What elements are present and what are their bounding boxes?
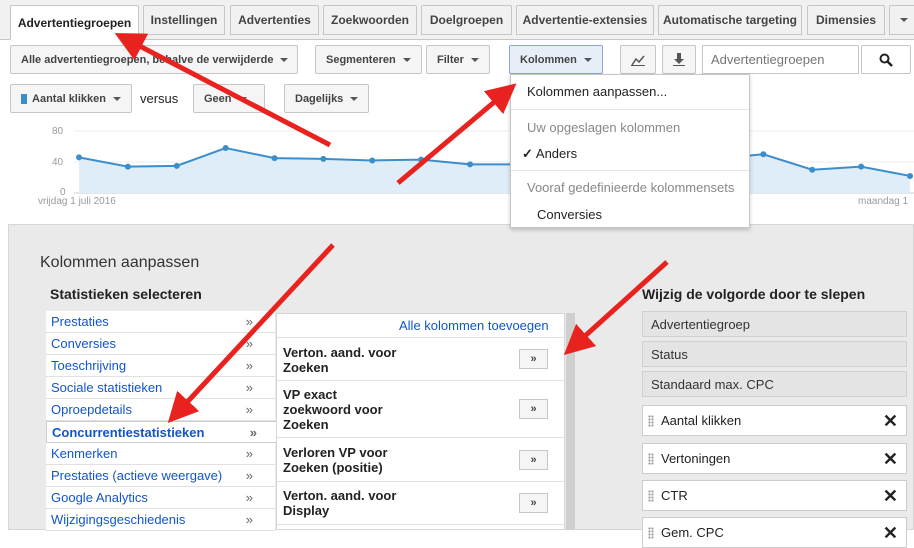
x-end-label: maandag 1 <box>858 196 909 207</box>
chart-point[interactable] <box>271 155 278 162</box>
chart-point[interactable] <box>467 161 474 168</box>
menu-item-label: Anders <box>535 146 578 161</box>
movable-column[interactable]: Gem. CPC ✕ <box>642 517 907 548</box>
category-label: Wijzigingsgeschiedenis <box>51 512 186 527</box>
category-label: Google Analytics <box>51 490 148 505</box>
chevron-right-icon: » <box>245 512 253 527</box>
chevron-right-icon: » <box>249 424 257 440</box>
drag-handle-icon[interactable] <box>648 490 654 502</box>
menu-header-saved: Uw opgeslagen kolommen <box>527 120 681 135</box>
category-label: Kenmerken <box>51 446 118 461</box>
chart-area-fill <box>79 148 910 193</box>
chevron-right-icon: » <box>245 358 253 373</box>
line-chart <box>74 130 914 194</box>
category-item[interactable]: Conversies » <box>46 333 275 355</box>
close-icon[interactable]: ✕ <box>883 411 898 432</box>
category-label: Prestaties (actieve weergave) <box>51 468 223 483</box>
category-label: Prestaties <box>51 314 109 329</box>
fixed-column: Standaard max. CPC <box>642 371 907 397</box>
add-metric-button[interactable]: » <box>519 349 548 369</box>
category-label: Conversies <box>51 336 117 351</box>
chart-point[interactable] <box>320 155 327 162</box>
metric-label: VP exact zoekwoord voor Zoeken <box>283 387 383 432</box>
category-label: Concurrentiestatistieken <box>52 424 205 440</box>
category-item[interactable]: Kenmerken » <box>46 443 275 465</box>
columns-menu: Kolommen aanpassen... Uw opgeslagen kolo… <box>510 74 750 228</box>
chart-point[interactable] <box>858 163 865 170</box>
category-label: Toeschrijving <box>51 358 127 373</box>
close-icon[interactable]: ✕ <box>883 449 898 470</box>
chart-point[interactable] <box>124 163 131 170</box>
chart-point[interactable] <box>760 151 767 158</box>
divider <box>511 170 749 171</box>
add-metric-button[interactable]: » <box>519 450 548 470</box>
chevron-right-icon: » <box>245 314 253 329</box>
chevron-right-icon: » <box>245 336 253 351</box>
category-label: Sociale statistieken <box>51 380 163 395</box>
chart-point[interactable] <box>76 154 82 161</box>
divider <box>277 380 564 381</box>
scrollbar[interactable] <box>566 313 575 530</box>
drag-handle-icon[interactable] <box>648 453 654 465</box>
menu-header-predefined: Vooraf gedefinieerde kolommensets <box>527 180 735 195</box>
chart-point[interactable] <box>369 157 376 164</box>
menu-item-anders[interactable]: ✓ Anders <box>522 146 577 162</box>
add-metric-button[interactable]: » <box>519 399 548 419</box>
chart-point[interactable] <box>222 145 229 152</box>
category-item[interactable]: Prestaties (actieve weergave) » <box>46 465 275 487</box>
divider <box>277 437 564 438</box>
menu-item-customize-columns[interactable]: Kolommen aanpassen... <box>527 84 667 99</box>
chevron-right-icon: » <box>245 380 253 395</box>
fixed-column: Advertentiegroep <box>642 311 907 337</box>
add-metric-button[interactable]: » <box>519 493 548 513</box>
x-start-label: vrijdag 1 juli 2016 <box>38 196 116 207</box>
divider <box>277 481 564 482</box>
column-label: CTR <box>661 488 688 503</box>
category-item[interactable]: Concurrentiestatistieken » <box>46 421 279 443</box>
menu-item-conversies[interactable]: Conversies <box>537 207 602 222</box>
movable-column[interactable]: CTR ✕ <box>642 480 907 511</box>
category-item[interactable]: Sociale statistieken » <box>46 377 275 399</box>
chevron-right-icon: » <box>245 468 253 483</box>
panel-title: Kolommen aanpassen <box>40 254 200 271</box>
add-all-columns-link[interactable]: Alle kolommen toevoegen <box>399 318 549 333</box>
divider <box>277 337 564 338</box>
column-label: Aantal klikken <box>661 413 742 428</box>
movable-column[interactable]: Vertoningen ✕ <box>642 443 907 474</box>
divider <box>511 109 749 110</box>
category-item[interactable]: Prestaties » <box>46 311 275 333</box>
drag-handle-icon[interactable] <box>648 415 654 427</box>
close-icon[interactable]: ✕ <box>883 486 898 507</box>
chart-point[interactable] <box>809 166 816 173</box>
movable-column[interactable]: Aantal klikken ✕ <box>642 405 907 436</box>
category-item[interactable]: Google Analytics » <box>46 487 275 509</box>
close-icon[interactable]: ✕ <box>883 523 898 544</box>
chart-point[interactable] <box>418 156 425 163</box>
category-label: Oproepdetails <box>51 402 132 417</box>
metric-label: Verton. aand. voor Zoeken <box>283 345 397 375</box>
drag-handle-icon[interactable] <box>648 527 654 539</box>
fixed-column: Status <box>642 341 907 367</box>
chevron-right-icon: » <box>245 446 253 461</box>
category-item[interactable]: Oproepdetails » <box>46 399 275 421</box>
column-label: Vertoningen <box>661 451 731 466</box>
chevron-right-icon: » <box>245 402 253 417</box>
category-item[interactable]: Toeschrijving » <box>46 355 275 377</box>
chart-point[interactable] <box>173 162 180 169</box>
column-label: Gem. CPC <box>661 525 724 540</box>
metric-label: Verloren VP voor Zoeken (positie) <box>283 445 388 475</box>
order-heading: Wijzig de volgorde door te slepen <box>642 286 866 302</box>
category-item[interactable]: Wijzigingsgeschiedenis » <box>46 509 275 531</box>
stats-heading: Statistieken selecteren <box>50 286 202 302</box>
chart-point[interactable] <box>907 172 913 179</box>
metric-label: Verton. aand. voor Display <box>283 488 397 518</box>
divider <box>277 524 564 525</box>
chevron-right-icon: » <box>245 490 253 505</box>
check-icon: ✓ <box>522 146 533 161</box>
